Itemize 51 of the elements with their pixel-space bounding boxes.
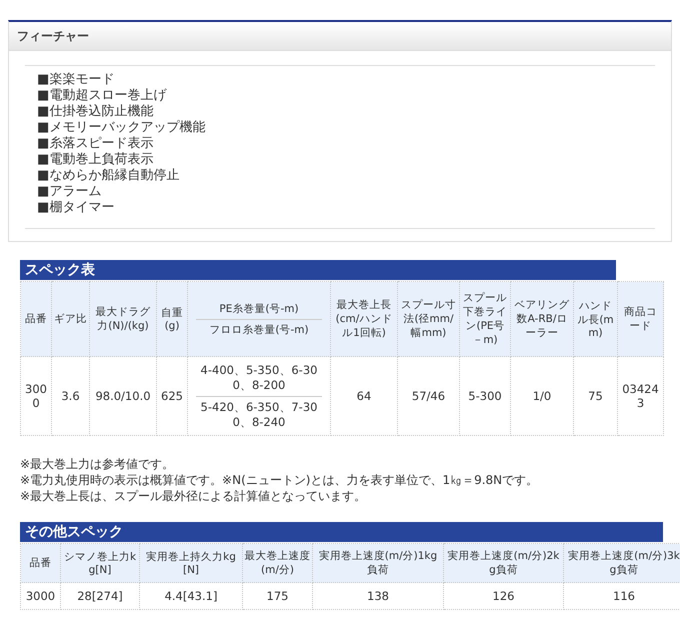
column-header: 実用巻上速度(m/分)1kg負荷 xyxy=(312,544,444,582)
table-cell: 3000 xyxy=(20,582,60,610)
table-cell: 3000 xyxy=(20,356,52,436)
note-text: ※最大巻上長は、スプール最外径による計算値となっています。 xyxy=(20,488,366,504)
feature-item: ■糸落スピード表示 xyxy=(37,136,154,152)
column-header: 商品コード xyxy=(618,282,664,356)
column-header: フロロ糸巻量(号-m) xyxy=(208,322,310,338)
column-header: 最大ドラグ力(N)/(kg) xyxy=(90,282,156,356)
column-header: 実用巻上速度(m/分)2kg負荷 xyxy=(444,544,564,582)
column-header: ギア比 xyxy=(52,282,90,356)
table-cell: 5-300 xyxy=(460,356,510,436)
column-header: PE糸巻量(号-m) xyxy=(196,298,322,320)
table-cell: 57/46 xyxy=(398,356,460,436)
feature-item: ■アラーム xyxy=(37,184,102,200)
feature-item: ■棚タイマー xyxy=(37,200,114,216)
table-cell: 75 xyxy=(574,356,618,436)
table-cell: 625 xyxy=(156,356,188,436)
column-header: スプール下巻ライン(PE号－m) xyxy=(460,282,510,356)
table-cell: 98.0/10.0 xyxy=(90,356,156,436)
table-cell: 3.6 xyxy=(52,356,90,436)
column-header: 最大巻上長(cm/ハンドル1回転) xyxy=(330,282,398,356)
table-cell: 4.4[43.1] xyxy=(140,582,242,610)
feature-item: ■なめらか船縁自動停止 xyxy=(37,168,180,184)
column-header: 品番 xyxy=(20,282,52,356)
table-cell: 64 xyxy=(330,356,398,436)
table-title: スペック表 xyxy=(20,260,616,281)
table-cell: 034243 xyxy=(618,356,664,436)
feature-item: ■仕掛巻込防止機能 xyxy=(37,104,154,120)
table-cell: 4-400、5-350、6-300、8-200 xyxy=(196,360,322,396)
column-header: ハンドル長(mm) xyxy=(574,282,618,356)
column-header: 品番 xyxy=(20,544,60,582)
table-cell: 138 xyxy=(312,582,444,610)
column-header: 実用巻上持久力kg[N] xyxy=(140,544,242,582)
feature-item: ■電動巻上負荷表示 xyxy=(37,152,154,168)
table-cell: 1/0 xyxy=(510,356,574,436)
table-cell: 175 xyxy=(242,582,312,610)
table-cell: 126 xyxy=(444,582,564,610)
note-text: ※電力丸使用時の表示は概算値です。※N(ニュートン)とは、力を表す単位で、1㎏＝9.8Nです。 xyxy=(20,472,538,488)
column-header: シマノ巻上力kg[N] xyxy=(60,544,140,582)
feature-item: ■メモリーバックアップ機能 xyxy=(37,120,206,136)
note-text: ※最大巻上力は参考値です。 xyxy=(20,456,174,472)
table-cell-text: 5-420、6-350、7-300、8-240 xyxy=(200,398,318,430)
table-title: その他スペック xyxy=(20,522,663,543)
feature-item: ■電動超スロー巻上げ xyxy=(37,88,166,104)
column-header: 自重(g) xyxy=(156,282,188,356)
feature-item: ■楽楽モード xyxy=(37,72,114,88)
column-header: スプール寸法(径mm/幅mm) xyxy=(398,282,460,356)
column-header: 実用巻上速度(m/分)3kg負荷 xyxy=(564,544,680,582)
table-cell: 28[274] xyxy=(60,582,140,610)
column-header: ベアリング数A-RB/ローラー xyxy=(510,282,574,356)
column-header: 最大巻上速度(m/分) xyxy=(242,544,312,582)
